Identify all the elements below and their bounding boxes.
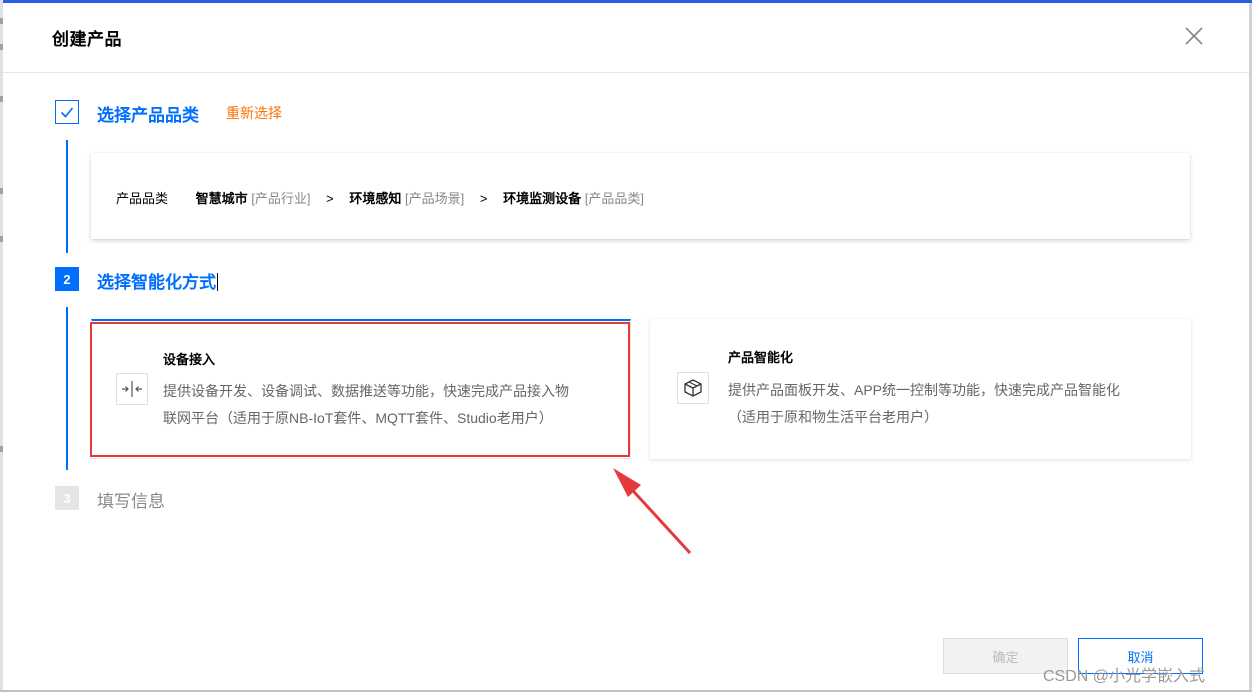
- annotation-arrow-icon: [613, 468, 692, 555]
- watermark: CSDN @小光学嵌入式: [1043, 668, 1206, 685]
